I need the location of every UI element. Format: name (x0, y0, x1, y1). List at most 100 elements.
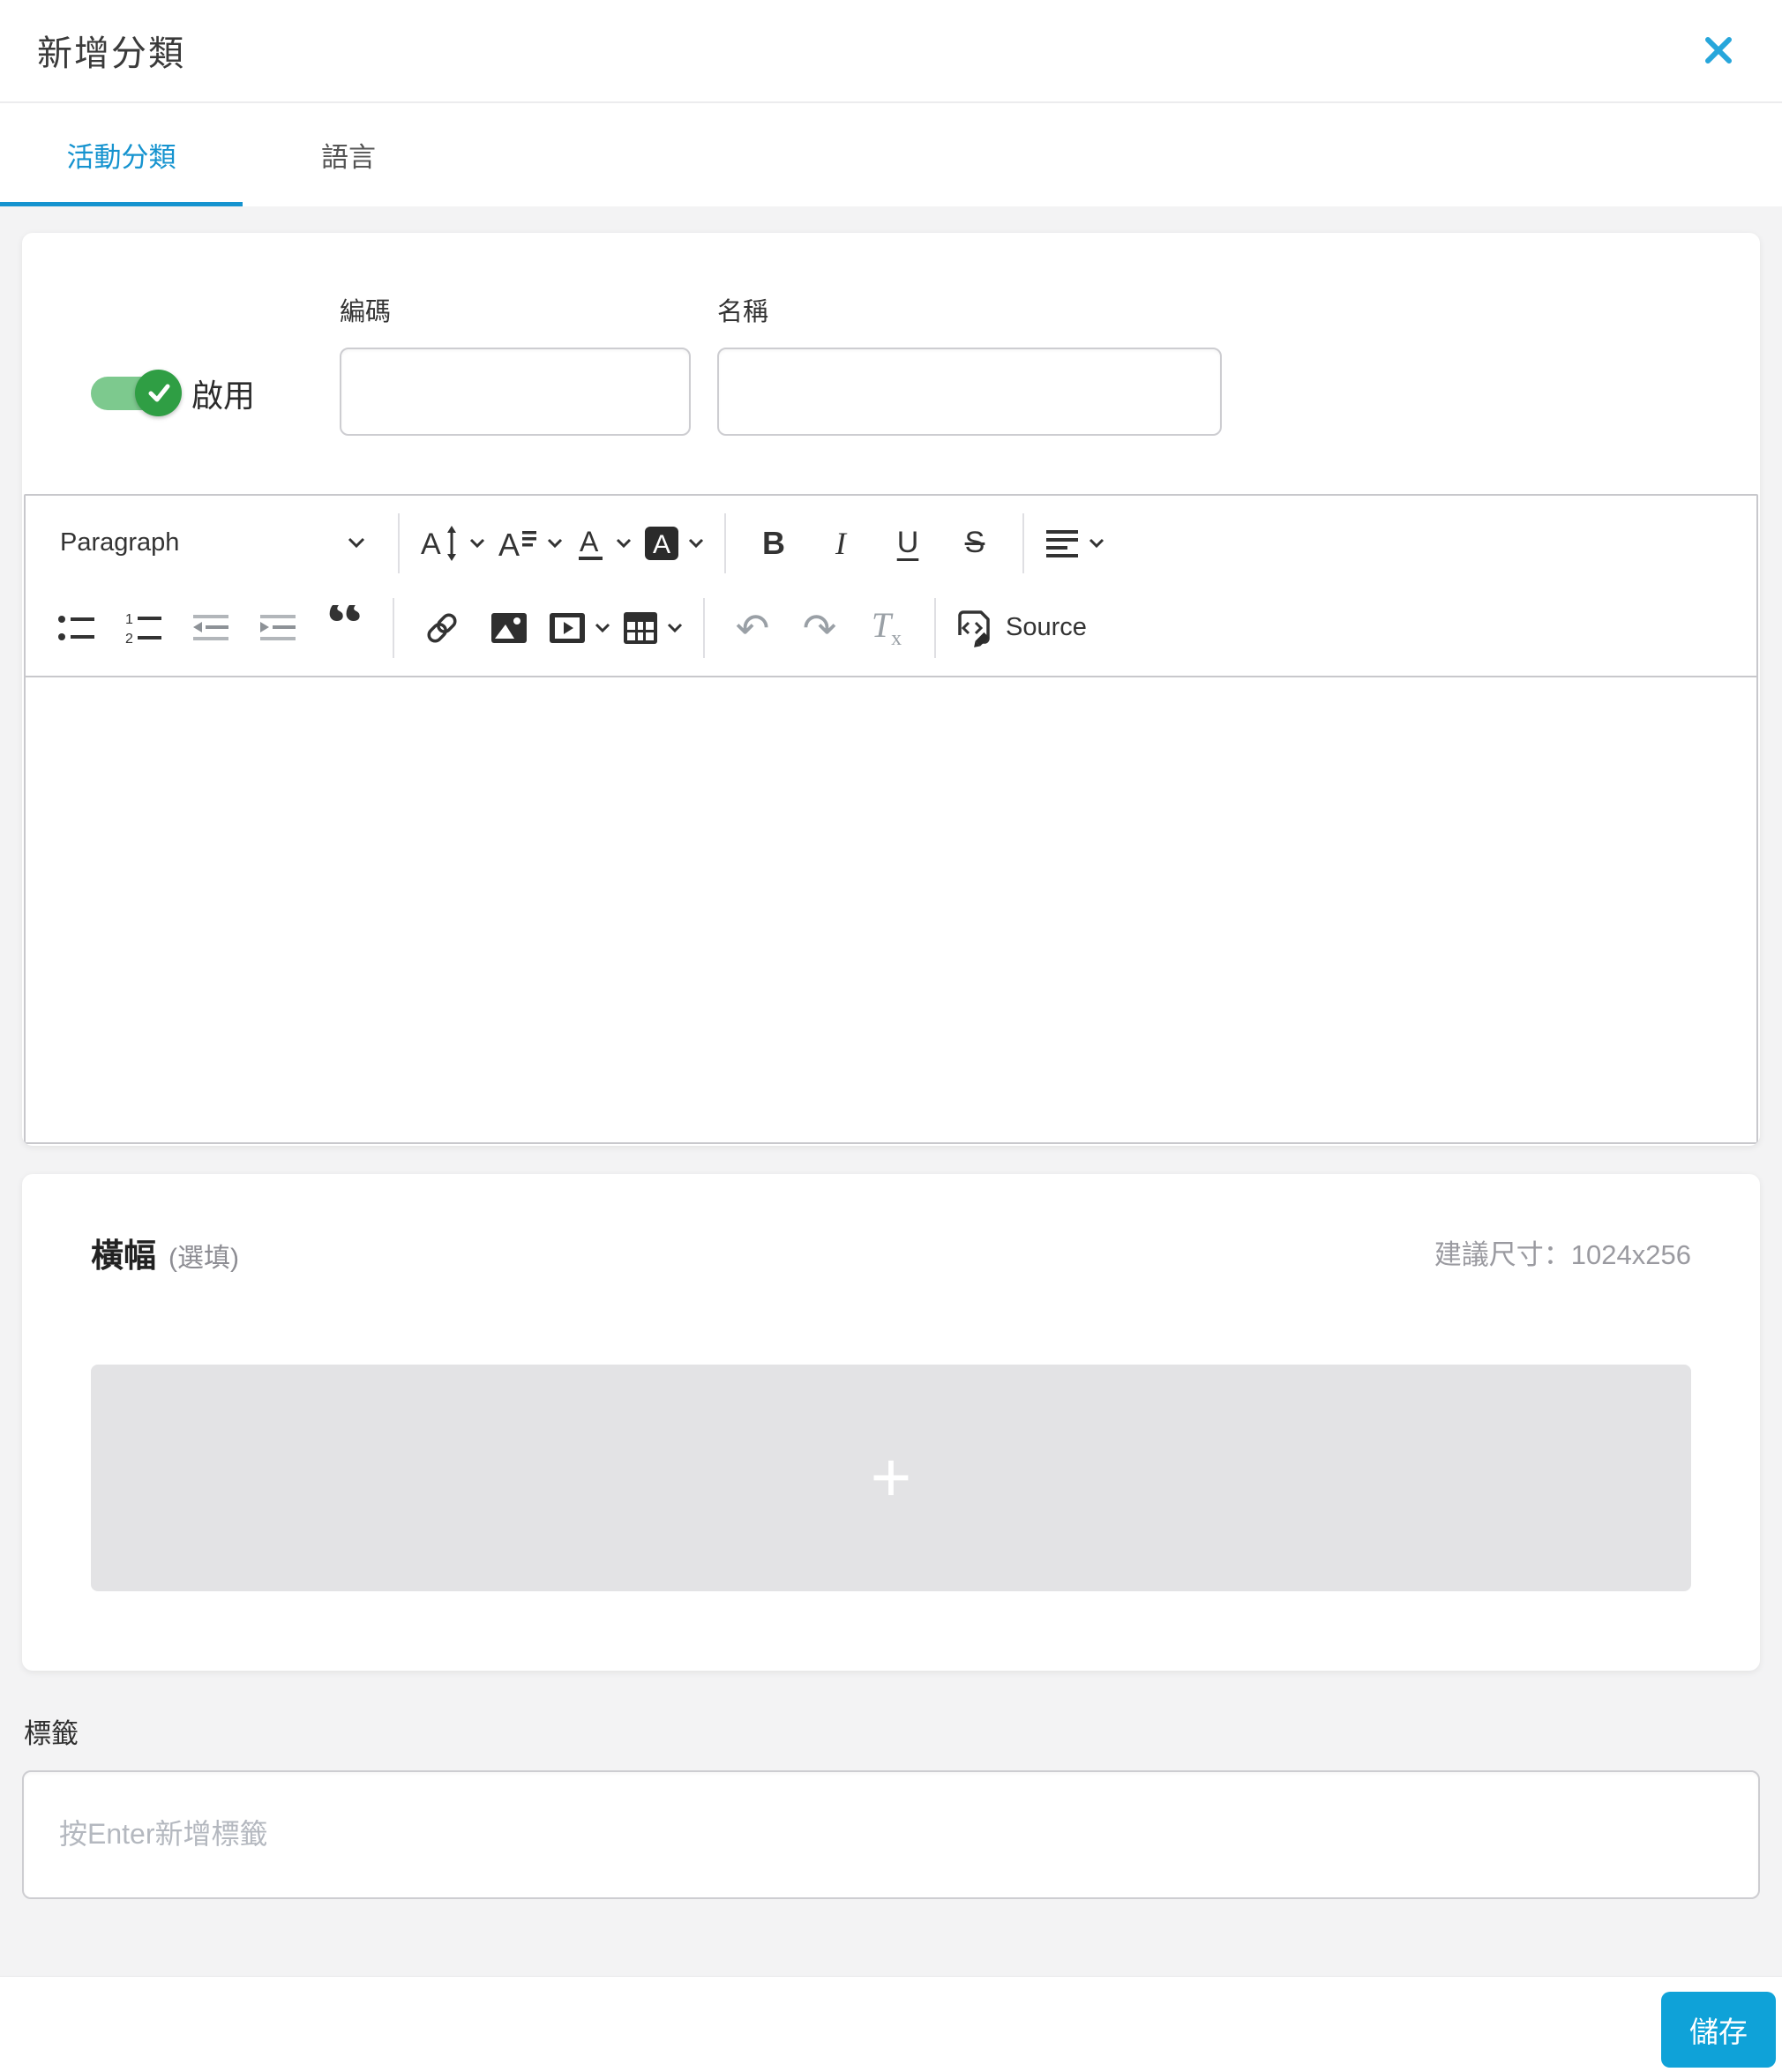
tab-label: 語言 (321, 141, 376, 173)
strikethrough-icon: S (964, 526, 985, 560)
editor-content[interactable] (26, 677, 1756, 1142)
code-field: 編碼 (340, 291, 692, 436)
tags-label: 標籤 (24, 1717, 79, 1749)
redo-icon: ↷ (802, 604, 837, 651)
image-icon (490, 612, 528, 644)
modal-header: 新增分類 (0, 0, 1782, 103)
indent-button[interactable] (251, 594, 305, 662)
insert-media-button[interactable] (549, 594, 610, 662)
enable-toggle[interactable] (91, 369, 182, 416)
toolbar-separator (703, 597, 705, 658)
bulleted-list-icon (57, 612, 96, 644)
align-left-icon (1044, 527, 1080, 559)
check-icon (144, 378, 174, 408)
bulleted-list-button[interactable] (49, 594, 104, 662)
category-form-card: 啟用 編碼 名稱 Paragraph A A A A B I U S 1 2 “… (22, 232, 1760, 1146)
save-button[interactable]: 儲存 (1661, 1991, 1776, 2068)
code-input[interactable] (340, 347, 692, 436)
numbered-list-button[interactable]: 1 2 (116, 594, 171, 662)
chevron-down-icon (547, 538, 563, 549)
undo-button[interactable]: ↶ (725, 594, 780, 662)
font-size-icon: A (420, 524, 460, 563)
insert-image-button[interactable] (482, 594, 536, 662)
paragraph-style-value: Paragraph (60, 528, 180, 557)
name-input[interactable] (717, 347, 1223, 436)
font-size-button[interactable]: A (420, 509, 485, 578)
bold-icon: B (762, 524, 785, 561)
banner-optional-hint: (選填) (168, 1243, 239, 1273)
font-color-button[interactable]: A (575, 509, 632, 578)
underline-icon: U (896, 526, 919, 560)
toolbar-separator (724, 512, 726, 573)
indent-icon (258, 612, 297, 644)
chevron-down-icon (1089, 538, 1104, 549)
toggle-knob (135, 369, 182, 416)
italic-icon: I (835, 525, 846, 561)
code-label: 編碼 (340, 297, 392, 326)
font-color-icon: A (575, 524, 607, 563)
strikethrough-button[interactable]: S (947, 509, 1002, 578)
tags-input[interactable] (22, 1769, 1760, 1899)
toolbar-row-2: 1 2 “ ↶ ↷ Tx Source (43, 586, 1739, 670)
editor-toolbar: Paragraph A A A A B I U S 1 2 “ ↶ ↷ Tx S… (26, 496, 1756, 677)
page-title: 新增分類 (37, 34, 185, 74)
chevron-down-icon (667, 623, 683, 633)
underline-button[interactable]: U (880, 509, 935, 578)
toolbar-row-1: Paragraph A A A A B I U S (43, 501, 1739, 586)
banner-upload-area[interactable]: + (91, 1364, 1691, 1591)
insert-table-button[interactable] (623, 594, 683, 662)
blockquote-button[interactable]: “ (318, 594, 372, 662)
font-background-color-button[interactable]: A (644, 509, 704, 578)
plus-icon: + (870, 1438, 912, 1517)
font-family-icon: A (498, 524, 538, 563)
bold-button[interactable]: B (746, 509, 801, 578)
font-family-button[interactable]: A (498, 509, 563, 578)
undo-icon: ↶ (735, 604, 770, 651)
numbered-list-icon: 1 2 (124, 611, 163, 645)
italic-button[interactable]: I (813, 509, 868, 578)
chevron-down-icon (469, 538, 485, 549)
chevron-down-icon (595, 623, 610, 633)
remove-format-icon: Tx (871, 605, 902, 651)
name-field: 名稱 (717, 291, 1223, 436)
toolbar-separator (1022, 512, 1024, 573)
banner-card: 橫幅 (選填) 建議尺寸：1024x256 + (22, 1173, 1760, 1671)
svg-text:A: A (498, 527, 520, 563)
modal-body: 啟用 編碼 名稱 Paragraph A A A A B I U S 1 2 “… (0, 206, 1782, 1976)
chevron-down-icon (348, 537, 365, 549)
banner-size-hint: 建議尺寸：1024x256 (1434, 1239, 1691, 1271)
modal-footer: 儲存 (0, 1975, 1782, 2072)
banner-title-wrap: 橫幅 (選填) (91, 1229, 239, 1276)
link-button[interactable] (415, 594, 469, 662)
link-icon (423, 609, 461, 647)
svg-text:A: A (653, 530, 670, 559)
remove-format-button[interactable]: Tx (859, 594, 914, 662)
media-icon (549, 612, 586, 644)
tab-label: 活動分類 (66, 141, 176, 173)
source-code-icon (956, 609, 995, 647)
chevron-down-icon (616, 538, 632, 549)
outdent-button[interactable] (183, 594, 238, 662)
chevron-down-icon (688, 538, 704, 549)
text-alignment-button[interactable] (1044, 509, 1104, 578)
rich-text-editor: Paragraph A A A A B I U S 1 2 “ ↶ ↷ Tx S… (24, 493, 1758, 1144)
form-row: 啟用 編碼 名稱 (22, 233, 1760, 494)
tab-language[interactable]: 語言 (243, 103, 454, 206)
font-background-color-icon: A (644, 526, 679, 561)
svg-text:1: 1 (125, 612, 133, 627)
tab-activity-category[interactable]: 活動分類 (0, 103, 243, 206)
toolbar-separator (393, 597, 394, 658)
redo-button[interactable]: ↷ (792, 594, 847, 662)
source-label: Source (1006, 613, 1087, 642)
name-label: 名稱 (717, 297, 769, 326)
close-button[interactable] (1692, 24, 1745, 77)
banner-header: 橫幅 (選填) 建議尺寸：1024x256 (91, 1229, 1691, 1276)
source-button[interactable]: Source (956, 594, 1087, 662)
toolbar-separator (398, 512, 400, 573)
svg-text:2: 2 (125, 632, 133, 645)
add-category-modal: 新增分類 活動分類 語言 啟用 編碼 名稱 Paragraph A A A A … (0, 0, 1782, 2072)
svg-text:A: A (580, 526, 599, 557)
paragraph-style-dropdown[interactable]: Paragraph (49, 509, 378, 578)
svg-text:A: A (421, 527, 441, 561)
